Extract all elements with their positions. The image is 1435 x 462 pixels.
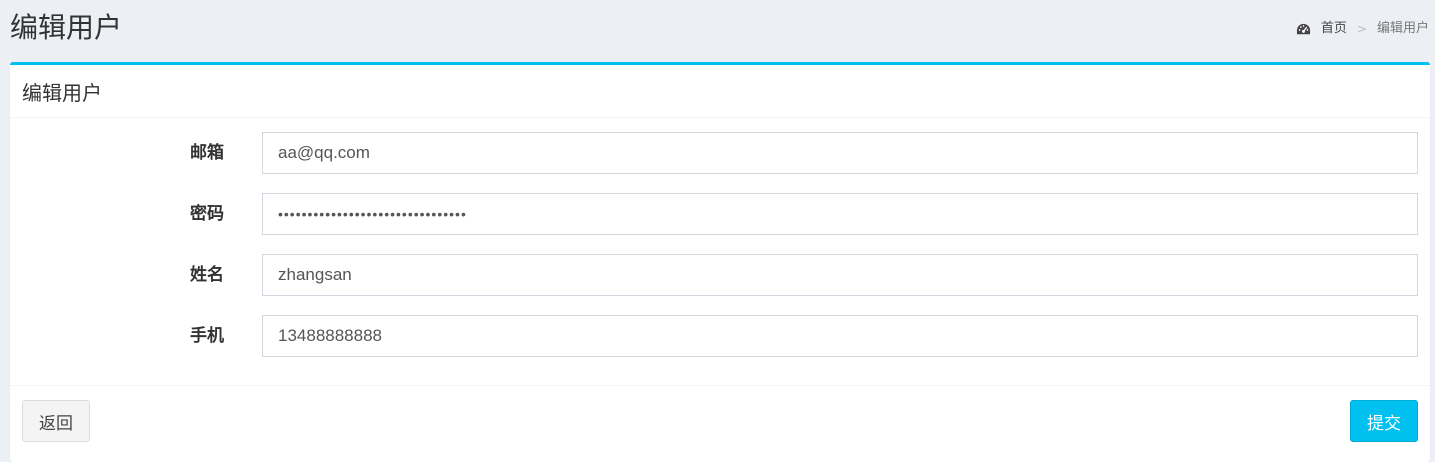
back-button[interactable]: 返回: [22, 400, 90, 442]
page-title: 编辑用户: [10, 11, 123, 44]
phone-label: 手机: [190, 326, 224, 346]
edit-user-box: 编辑用户 邮箱 密码 姓名 手机 返回 提交: [10, 62, 1430, 462]
phone-field[interactable]: [262, 315, 1418, 357]
edit-user-form: 邮箱 密码 姓名 手机: [10, 118, 1430, 386]
form-row-password: 密码: [10, 193, 1430, 235]
breadcrumb: 首页 > 编辑用户: [1296, 20, 1429, 38]
name-field[interactable]: [262, 254, 1418, 296]
form-row-name: 姓名: [10, 254, 1430, 296]
submit-button[interactable]: 提交: [1350, 400, 1418, 442]
content-header: 编辑用户 首页 > 编辑用户: [0, 0, 1435, 62]
box-footer: 返回 提交: [10, 386, 1430, 462]
breadcrumb-separator: >: [1356, 22, 1367, 36]
password-label: 密码: [190, 204, 224, 224]
password-field[interactable]: [262, 193, 1418, 235]
breadcrumb-home-link[interactable]: 首页: [1296, 20, 1347, 38]
email-field[interactable]: [262, 132, 1418, 174]
breadcrumb-home-label: 首页: [1320, 21, 1347, 36]
box-title: 编辑用户: [22, 80, 102, 105]
box-header: 编辑用户: [10, 65, 1430, 118]
dashboard-icon: [1296, 22, 1311, 37]
name-label: 姓名: [190, 265, 224, 285]
form-row-phone: 手机: [10, 315, 1430, 357]
breadcrumb-current: 编辑用户: [1376, 21, 1429, 36]
form-row-email: 邮箱: [10, 132, 1430, 174]
email-label: 邮箱: [190, 143, 224, 163]
